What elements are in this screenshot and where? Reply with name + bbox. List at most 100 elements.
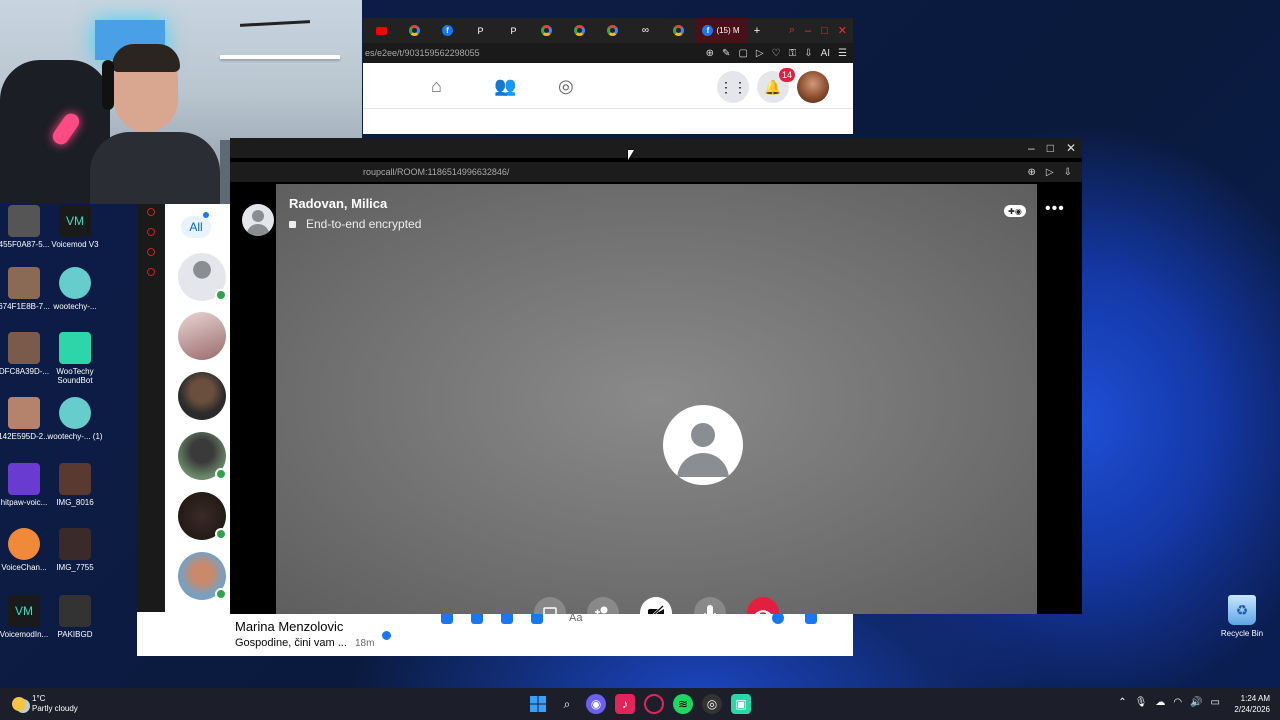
menu-icon[interactable]: ☰ bbox=[838, 48, 847, 59]
cloud-icon[interactable]: ☁ bbox=[1155, 697, 1165, 708]
start-icon[interactable] bbox=[528, 694, 548, 714]
tab-facebook-active[interactable]: f (15) M bbox=[695, 18, 747, 43]
taskbar: 1°C Partly cloudy ⌕ ◉ ♪ ≋ ◎ ▣ ⌃ 🎙 ☁ ◠ 🔊 ▭… bbox=[0, 688, 1280, 720]
recycle-bin-icon[interactable]: ♻ Recycle Bin bbox=[1214, 595, 1270, 638]
window-controls: ⌕ – □ ✕ bbox=[789, 18, 853, 43]
search-icon[interactable]: ⌕ bbox=[789, 24, 795, 37]
tab-page[interactable]: P bbox=[464, 18, 497, 43]
chat-avatar[interactable] bbox=[178, 432, 227, 480]
desktop-icon[interactable]: IMG_8016 bbox=[45, 463, 105, 507]
browser-window: f P P ∞ f (15) M + ⌕ – □ ✕ es/e2ee/t/9031… bbox=[363, 18, 853, 134]
tab-page[interactable]: P bbox=[497, 18, 530, 43]
share-screen-button[interactable] bbox=[534, 597, 566, 614]
profile-avatar[interactable] bbox=[797, 71, 829, 103]
groups-icon[interactable]: ◎ bbox=[558, 76, 574, 97]
more-options-icon[interactable]: ••• bbox=[1045, 200, 1065, 218]
end-call-button[interactable] bbox=[747, 597, 779, 614]
address-bar[interactable]: es/e2ee/t/903159562298055 ⊕ ✎ ▢ ▷ ♡ ⚿ ⇩ … bbox=[363, 43, 853, 63]
spotify-icon[interactable]: ≋ bbox=[673, 694, 693, 714]
desktop-icon-label: IMG_8016 bbox=[56, 498, 94, 507]
desktop-icon[interactable]: WooTechy SoundBot bbox=[45, 332, 105, 385]
encryption-status: End-to-end encrypted bbox=[289, 217, 421, 231]
lock-icon[interactable]: ⚿ bbox=[789, 48, 797, 59]
chat-list: All bbox=[137, 204, 231, 656]
heart-icon[interactable]: ♡ bbox=[772, 48, 781, 59]
maximize-icon[interactable]: □ bbox=[821, 25, 828, 37]
minimize-icon[interactable]: – bbox=[1028, 141, 1035, 155]
discord-icon[interactable]: ◉ bbox=[586, 694, 606, 714]
download-icon[interactable]: ⇩ bbox=[1064, 167, 1072, 178]
maximize-icon[interactable]: □ bbox=[1047, 141, 1054, 155]
lock-icon bbox=[289, 221, 296, 229]
weather-widget[interactable]: 1°C Partly cloudy bbox=[12, 694, 78, 714]
soundbot-icon[interactable]: ▣ bbox=[731, 694, 751, 714]
chat-name: Marina Menzolovic bbox=[235, 619, 344, 634]
screenshot-icon[interactable]: ▢ bbox=[738, 48, 747, 59]
clock[interactable]: 1:24 AM 2/24/2026 bbox=[1234, 693, 1270, 715]
desktop-icon[interactable]: IMG_7755 bbox=[45, 528, 105, 572]
desktop-icon-label: 455F0A87-5... bbox=[0, 240, 50, 249]
call-window: – □ ✕ roupcall/ROOM:1186514996632846/ ⊕ … bbox=[230, 138, 1082, 614]
tab-link[interactable]: ∞ bbox=[629, 18, 662, 43]
camera-off-button[interactable] bbox=[640, 597, 672, 614]
desktop-icon[interactable]: VM Voicemod V3 bbox=[45, 205, 105, 249]
ai-icon[interactable]: AI bbox=[821, 48, 830, 59]
chat-time: 18m bbox=[355, 638, 375, 649]
filter-all-pill[interactable]: All bbox=[181, 212, 211, 238]
close-icon[interactable]: ✕ bbox=[1066, 141, 1076, 155]
desktop-icon[interactable]: wootechy-... (1) bbox=[45, 397, 105, 441]
tab-youtube[interactable] bbox=[365, 18, 398, 43]
tab-facebook[interactable]: f bbox=[431, 18, 464, 43]
microphone-button[interactable] bbox=[694, 597, 726, 614]
tab-google[interactable] bbox=[398, 18, 431, 43]
tiktok-icon[interactable]: ♪ bbox=[615, 694, 635, 714]
home-icon[interactable]: ⌂ bbox=[431, 76, 442, 97]
chat-avatar[interactable] bbox=[178, 552, 227, 600]
chevron-up-icon[interactable]: ⌃ bbox=[1118, 697, 1126, 708]
menu-grid-icon[interactable]: ⋮⋮ bbox=[717, 71, 749, 103]
wifi-icon[interactable]: ◠ bbox=[1173, 697, 1182, 708]
opera-icon[interactable] bbox=[644, 694, 664, 714]
chat-avatar[interactable] bbox=[178, 312, 226, 360]
tab-google[interactable] bbox=[563, 18, 596, 43]
volume-icon[interactable]: 🔊 bbox=[1190, 697, 1202, 708]
chat-avatar[interactable] bbox=[178, 492, 227, 540]
chat-avatar[interactable] bbox=[178, 253, 227, 301]
play-icon[interactable]: ▷ bbox=[756, 48, 764, 59]
desktop-icon-label: hitpaw-voic... bbox=[0, 498, 48, 507]
add-people-button[interactable] bbox=[587, 597, 619, 614]
minimize-icon[interactable]: – bbox=[805, 25, 811, 37]
new-tab-icon[interactable]: + bbox=[747, 18, 767, 43]
close-icon[interactable]: ✕ bbox=[838, 24, 847, 37]
call-title: Radovan, Milica bbox=[289, 196, 388, 211]
tab-google[interactable] bbox=[596, 18, 629, 43]
zoom-icon[interactable]: ⊕ bbox=[1028, 167, 1036, 178]
call-url-text: roupcall/ROOM:1186514996632846/ bbox=[363, 167, 510, 177]
call-address-bar[interactable]: roupcall/ROOM:1186514996632846/ ⊕ ▷ ⇩ bbox=[230, 162, 1082, 182]
encryption-label: End-to-end encrypted bbox=[306, 217, 422, 231]
tab-google[interactable] bbox=[662, 18, 695, 43]
chat-preview: Gospodine, čini vam ... bbox=[235, 637, 347, 649]
search-icon[interactable]: ⌕ bbox=[557, 694, 577, 714]
zoom-icon[interactable]: ⊕ bbox=[706, 48, 714, 59]
side-rail bbox=[137, 204, 165, 656]
desktop-icon[interactable]: wootechy-... bbox=[45, 267, 105, 311]
tab-title: (15) M bbox=[716, 26, 740, 35]
chrome-icon[interactable]: ◎ bbox=[702, 694, 722, 714]
desktop-icon-label: PAKIBGD bbox=[57, 630, 93, 639]
mic-icon[interactable]: 🎙 bbox=[1135, 697, 1148, 708]
desktop-icon[interactable]: PAKIBGD bbox=[45, 595, 105, 639]
play-icon[interactable]: ▷ bbox=[1046, 167, 1054, 178]
chat-avatar[interactable] bbox=[178, 372, 226, 420]
download-icon[interactable]: ⇩ bbox=[804, 48, 812, 59]
tab-google[interactable] bbox=[530, 18, 563, 43]
temperature: 1°C bbox=[32, 694, 46, 703]
games-icon[interactable]: ✚◉ bbox=[1004, 205, 1026, 217]
desktop-icons: 455F0A87-5... VM Voicemod V3 674F1E8B-7..… bbox=[0, 205, 136, 685]
unread-dot bbox=[382, 631, 391, 640]
friends-icon[interactable]: 👥 bbox=[494, 76, 516, 97]
call-header-avatar bbox=[242, 204, 274, 236]
call-titlebar: – □ ✕ bbox=[230, 138, 1082, 158]
battery-icon[interactable]: ▭ bbox=[1211, 697, 1220, 708]
pin-icon[interactable]: ✎ bbox=[722, 48, 730, 59]
